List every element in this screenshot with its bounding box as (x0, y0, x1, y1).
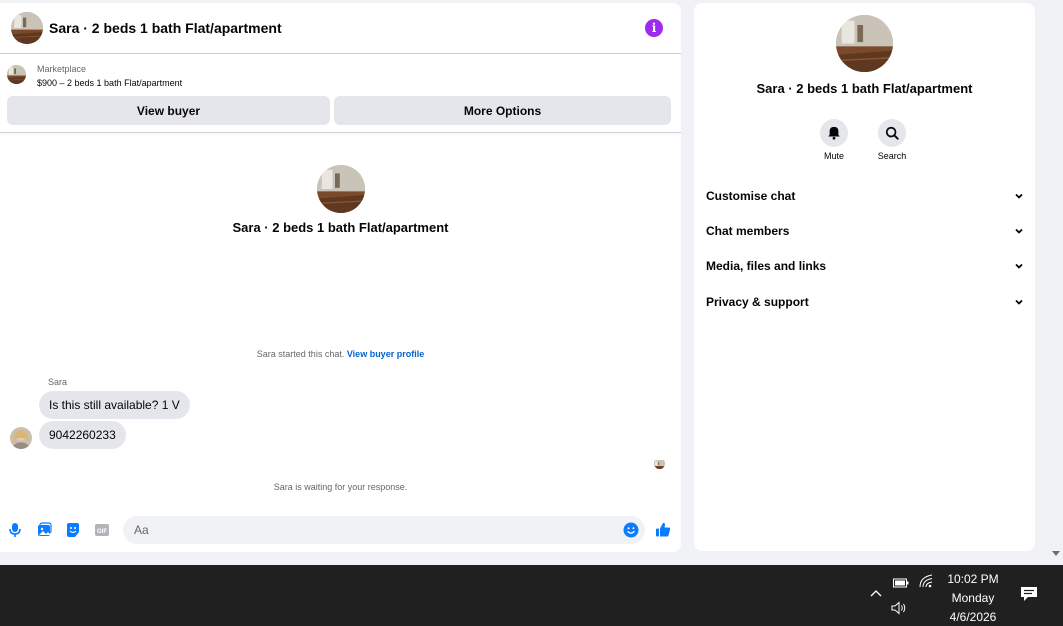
conversation-avatar[interactable] (317, 165, 365, 213)
message-composer: GIF (0, 514, 681, 546)
search-label: Search (877, 151, 907, 161)
info-icon[interactable]: i (645, 19, 663, 37)
view-buyer-profile-link[interactable]: View buyer profile (347, 349, 424, 359)
listing-thumbnail (7, 65, 26, 84)
chat-info-panel: Sara · 2 beds 1 bath Flat/apartment Mute… (694, 3, 1035, 551)
message-sender: Sara (48, 377, 68, 387)
clock-date: 4/6/2026 (949, 610, 997, 624)
listing-summary[interactable]: Marketplace $900 – 2 beds 1 bath Flat/ap… (0, 54, 681, 91)
privacy-support-section[interactable]: Privacy & support (706, 292, 1024, 312)
mute-label: Mute (823, 151, 844, 161)
gif-label: GIF (97, 529, 107, 535)
scroll-down-arrow[interactable] (1052, 551, 1060, 556)
message-input[interactable] (123, 516, 645, 544)
system-clock[interactable]: 10:02 PM Monday 4/6/2026 (940, 570, 1006, 626)
media-files-links-section[interactable]: Media, files and links (706, 256, 1024, 276)
chat-title[interactable]: Sara · 2 beds 1 bath Flat/apartment (49, 20, 645, 36)
wifi-icon[interactable] (918, 573, 934, 594)
chat-started-notice: Sara started this chat. View buyer profi… (0, 349, 681, 359)
section-label: Customise chat (706, 189, 796, 203)
chat-avatar[interactable] (11, 12, 43, 44)
waiting-notice: Sara is waiting for your response. (273, 482, 408, 492)
gif-icon[interactable]: GIF (94, 522, 110, 538)
microphone-icon[interactable] (7, 522, 23, 538)
bell-icon (828, 126, 840, 140)
thumbs-up-icon[interactable] (655, 521, 671, 537)
info-avatar[interactable] (836, 15, 893, 72)
seen-indicator (654, 458, 665, 469)
info-title: Sara · 2 beds 1 bath Flat/apartment (756, 81, 973, 96)
header-divider (0, 132, 681, 133)
conversation-title: Sara · 2 beds 1 bath Flat/apartment (232, 220, 449, 235)
notification-center-icon[interactable] (1020, 586, 1038, 607)
taskbar: 10:02 PM Monday 4/6/2026 (0, 565, 1063, 626)
view-buyer-button[interactable]: View buyer (7, 96, 330, 125)
clock-day: Monday (951, 591, 995, 605)
emoji-icon[interactable] (623, 522, 639, 538)
mute-button[interactable]: Mute (814, 119, 854, 161)
show-hidden-icons-icon[interactable] (869, 587, 883, 606)
section-label: Media, files and links (706, 259, 827, 273)
chevron-down-icon (1015, 299, 1023, 305)
search-icon (885, 126, 899, 140)
listing-price: $900 – 2 beds 1 bath Flat/apartment (37, 78, 183, 88)
volume-icon[interactable] (891, 601, 909, 620)
photo-icon[interactable] (36, 522, 52, 538)
customise-chat-section[interactable]: Customise chat (706, 186, 1024, 206)
chat-started-text: Sara started this chat. (256, 349, 345, 359)
more-options-button[interactable]: More Options (334, 96, 671, 125)
listing-source: Marketplace (37, 64, 87, 74)
chat-panel: Sara · 2 beds 1 bath Flat/apartment i Ma… (0, 3, 681, 552)
sender-avatar[interactable] (10, 427, 32, 449)
chat-members-section[interactable]: Chat members (706, 221, 1024, 241)
chevron-down-icon (1015, 263, 1023, 269)
section-label: Privacy & support (706, 295, 809, 309)
message-bubble[interactable]: 9042260233 (39, 421, 126, 449)
chevron-down-icon (1015, 228, 1023, 234)
conversation-intro: Sara · 2 beds 1 bath Flat/apartment (0, 165, 681, 235)
message-bubble[interactable]: Is this still available? 1 V (39, 391, 190, 419)
clock-time: 10:02 PM (947, 572, 999, 586)
chevron-down-icon (1015, 193, 1023, 199)
sticker-icon[interactable] (65, 522, 81, 538)
search-button[interactable]: Search (872, 119, 912, 161)
battery-icon[interactable] (893, 575, 909, 593)
section-label: Chat members (706, 224, 790, 238)
chat-header: Sara · 2 beds 1 bath Flat/apartment i (0, 3, 681, 54)
